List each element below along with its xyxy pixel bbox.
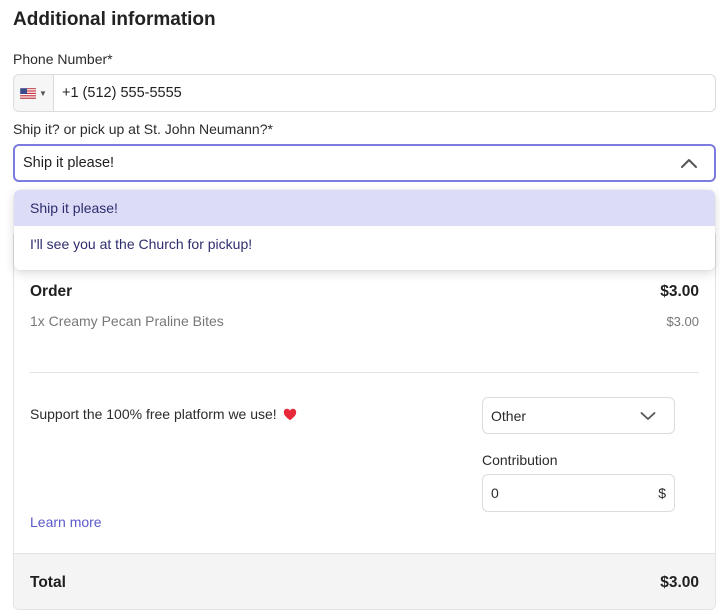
total-bar: Total $3.00 xyxy=(14,553,715,609)
phone-field[interactable]: ▼ +1 (512) 555-5555 xyxy=(13,74,716,112)
tip-selected-value: Other xyxy=(491,407,527,424)
us-flag-icon xyxy=(20,87,37,99)
support-text: Support the 100% free platform we use! xyxy=(30,406,277,422)
contribution-label: Contribution xyxy=(482,452,558,468)
order-summary-card: Order $3.00 1x Creamy Pecan Praline Bite… xyxy=(13,230,716,610)
shipping-label: Ship it? or pick up at St. John Neumann?… xyxy=(13,121,273,137)
country-code-select[interactable]: ▼ xyxy=(14,75,54,111)
order-item-name: 1x Creamy Pecan Praline Bites xyxy=(30,313,224,329)
currency-symbol: $ xyxy=(658,485,666,501)
shipping-option-pickup[interactable]: I'll see you at the Church for pickup! xyxy=(14,226,715,262)
shipping-option-ship[interactable]: Ship it please! xyxy=(14,190,715,226)
shipping-select[interactable]: Ship it please! xyxy=(13,144,716,182)
order-item-price: $3.00 xyxy=(666,314,699,329)
heart-icon xyxy=(283,408,296,420)
shipping-selected-value: Ship it please! xyxy=(23,155,115,171)
total-label: Total xyxy=(30,574,66,591)
contribution-input[interactable]: 0 $ xyxy=(482,474,675,512)
chevron-down-icon xyxy=(640,411,656,420)
learn-more-link[interactable]: Learn more xyxy=(30,514,102,530)
order-title: Order xyxy=(30,283,73,300)
section-title: Additional information xyxy=(13,9,216,30)
phone-input-value[interactable]: +1 (512) 555-5555 xyxy=(54,85,182,101)
divider xyxy=(30,372,699,373)
tip-amount-select[interactable]: Other xyxy=(482,397,675,434)
contribution-value[interactable]: 0 xyxy=(491,485,499,501)
total-value: $3.00 xyxy=(660,574,699,591)
phone-label: Phone Number* xyxy=(13,51,113,67)
chevron-up-icon[interactable] xyxy=(680,157,698,169)
caret-down-icon: ▼ xyxy=(39,88,47,98)
support-message: Support the 100% free platform we use! xyxy=(30,406,297,422)
order-total: $3.00 xyxy=(660,283,699,300)
shipping-dropdown-menu: Ship it please! I'll see you at the Chur… xyxy=(14,190,715,270)
